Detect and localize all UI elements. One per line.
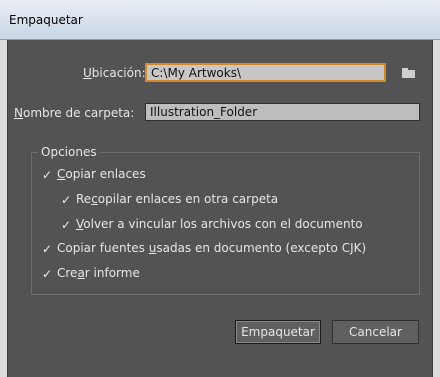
folder-name-input[interactable] xyxy=(145,103,420,121)
cancel-button[interactable]: Cancelar xyxy=(332,320,419,344)
copy-fonts-post: sadas en documento (excepto CJK) xyxy=(156,241,367,255)
folder-name-label: Nombre de carpeta: xyxy=(14,106,134,120)
copy-fonts-checkbox[interactable]: ✓ xyxy=(41,243,53,255)
copy-links-label[interactable]: Copiar enlaces xyxy=(57,167,146,181)
window-title: Empaquetar xyxy=(9,13,83,27)
location-label-post: bicación: xyxy=(91,66,146,80)
relink-label[interactable]: Volver a vincular los archivos con el do… xyxy=(76,217,363,231)
location-label-mnemonic: U xyxy=(83,66,92,80)
create-report-post: r informe xyxy=(84,266,140,280)
folder-icon-body xyxy=(402,70,415,78)
create-report-checkbox[interactable]: ✓ xyxy=(41,268,53,280)
relink-post: olver a vincular los archivos con el doc… xyxy=(83,217,363,231)
title-bar: Empaquetar xyxy=(0,0,440,40)
collect-links-label[interactable]: Recopilar enlaces en otra carpeta xyxy=(76,192,278,206)
location-label: Ubicación: xyxy=(83,66,146,80)
collect-links-checkbox[interactable]: ✓ xyxy=(60,194,72,206)
copy-fonts-pre: Copiar fuentes xyxy=(57,241,149,255)
collect-links-pre: Re xyxy=(76,192,92,206)
collect-links-post: opilar enlaces en otra carpeta xyxy=(97,192,279,206)
folder-icon[interactable] xyxy=(402,68,415,78)
options-legend: Opciones xyxy=(38,145,100,159)
location-input[interactable] xyxy=(145,63,386,82)
copy-links-checkbox[interactable]: ✓ xyxy=(41,169,53,181)
copy-fonts-label[interactable]: Copiar fuentes usadas en documento (exce… xyxy=(57,241,366,255)
create-report-mnemonic: a xyxy=(77,266,85,280)
folder-name-label-post: ombre de carpeta: xyxy=(22,106,135,120)
relink-checkbox[interactable]: ✓ xyxy=(60,219,72,231)
package-button[interactable]: Empaquetar xyxy=(235,320,321,344)
folder-name-label-mnemonic: N xyxy=(14,106,23,120)
collect-links-mnemonic: c xyxy=(91,192,98,206)
copy-links-post: opiar enlaces xyxy=(65,167,146,181)
create-report-pre: Cre xyxy=(57,266,78,280)
create-report-label[interactable]: Crear informe xyxy=(57,266,140,280)
